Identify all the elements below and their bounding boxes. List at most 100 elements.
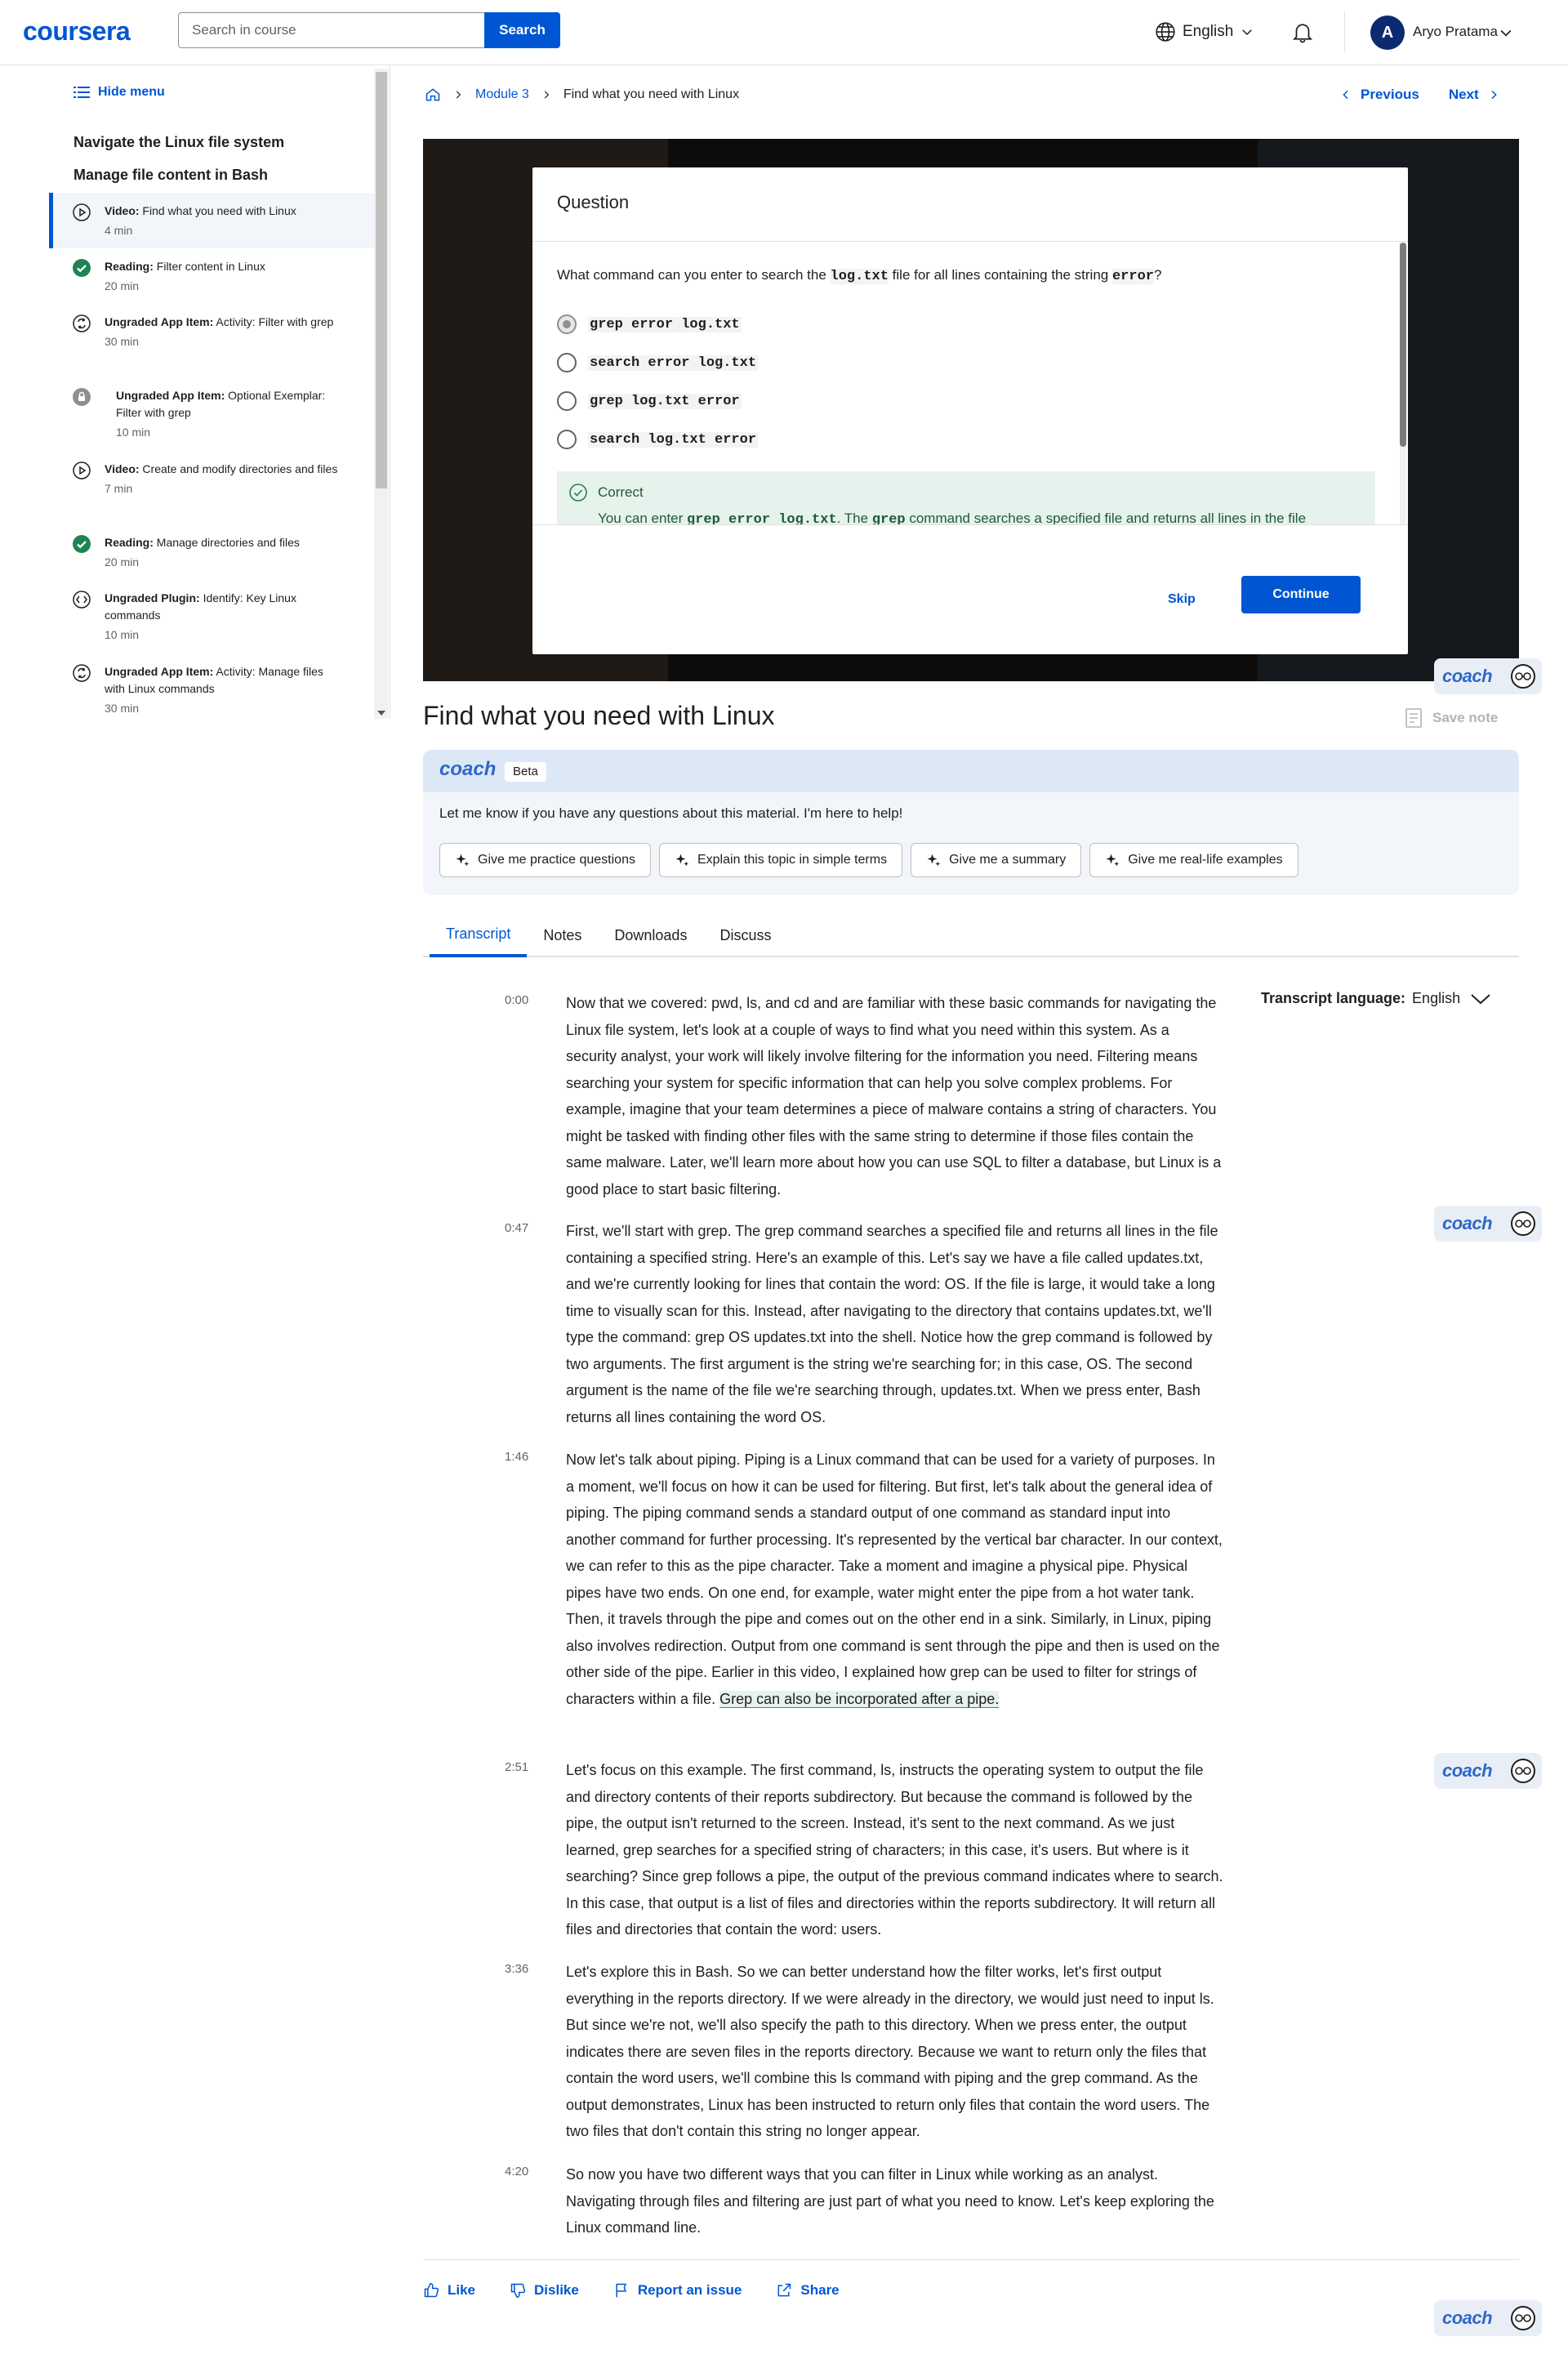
sidebar-item-activity-manage[interactable]: Ungraded App Item: Activity: Manage file… [49,653,376,719]
coach-glasses-icon [1511,2306,1535,2330]
transcript-paragraph[interactable]: 2:51 Let's focus on this example. The fi… [505,1757,1223,1943]
coach-glasses-icon [1511,664,1535,689]
actions-divider [423,2259,1519,2260]
timestamp[interactable]: 0:00 [505,993,528,1007]
item-duration: 10 min [116,426,151,439]
timestamp[interactable]: 0:47 [505,1221,528,1235]
chip-label: Give me a summary [949,853,1067,867]
chip-summary[interactable]: Give me a summary [911,843,1082,877]
coach-wordmark: coach [1442,666,1493,686]
chevron-down-icon[interactable] [1498,25,1514,41]
transcript-paragraph[interactable]: 0:00 Now that we covered: pwd, ls, and c… [505,990,1223,1202]
save-note-button[interactable]: Save note [1405,707,1498,729]
item-duration: 7 min [105,482,133,495]
timestamp[interactable]: 1:46 [505,1450,528,1464]
answer-option-3[interactable]: grep log.txt error [557,391,742,411]
skip-button[interactable]: Skip [1168,592,1196,607]
chip-explain-topic[interactable]: Explain this topic in simple terms [658,843,903,877]
sidebar-item-plugin-identify[interactable]: Ungraded Plugin: Identify: Key Linux com… [49,580,376,653]
timestamp[interactable]: 2:51 [505,1760,528,1774]
language-label: English [1183,23,1234,40]
sparkle-icon [456,854,470,867]
timestamp[interactable]: 3:36 [505,1962,528,1976]
transcript-text[interactable]: Let's focus on this example. The first c… [566,1757,1223,1943]
content-tabs: Transcript Notes Downloads Discuss [423,913,1519,957]
highlighted-text[interactable]: Grep can also be incorporated after a pi… [719,1690,1000,1708]
answer-option-1[interactable]: grep error log.txt [557,314,742,334]
share-button[interactable]: Share [776,2282,840,2299]
play-circle-icon [73,462,91,479]
next-button[interactable]: Next [1449,87,1500,103]
hide-menu-button[interactable]: Hide menu [74,85,165,100]
scrollbar-thumb[interactable] [376,72,387,488]
sidebar-item-video-find[interactable]: Video: Find what you need with Linux 4 mi… [49,193,376,248]
transcript-paragraph[interactable]: 1:46 Now let's talk about piping. Piping… [505,1447,1223,1712]
sidebar-section-manage[interactable]: Manage file content in Bash [74,167,268,184]
report-issue-button[interactable]: Report an issue [613,2282,742,2299]
sidebar-item-activity-grep[interactable]: Ungraded App Item: Activity: Filter with… [49,304,376,377]
tab-downloads[interactable]: Downloads [598,913,703,957]
timestamp[interactable]: 4:20 [505,2165,528,2178]
breadcrumb-current: Find what you need with Linux [563,87,740,101]
sparkle-icon [1106,854,1120,867]
modal-footer-divider [532,524,1408,525]
chip-practice-questions[interactable]: Give me practice questions [439,843,651,877]
option-label: grep error log.txt [588,316,742,332]
bell-icon[interactable] [1290,20,1315,44]
transcript-paragraph[interactable]: 4:20 So now you have two different ways … [505,2161,1223,2241]
dislike-button[interactable]: Dislike [510,2282,579,2299]
avatar[interactable]: A [1370,16,1405,50]
lock-icon [73,388,91,406]
previous-button[interactable]: Previous [1339,87,1419,103]
like-button[interactable]: Like [423,2282,475,2299]
transcript-paragraph[interactable]: 0:47 First, we'll start with grep. The g… [505,1218,1223,1430]
tab-discuss[interactable]: Discuss [703,913,787,957]
app-item-icon [73,314,91,332]
answer-feedback-panel: Correct You can enter grep error log.txt… [557,471,1375,524]
chip-real-life-examples[interactable]: Give me real-life examples [1089,843,1298,877]
scroll-down-arrow[interactable] [377,711,385,716]
sidebar-item-exemplar-grep[interactable]: Ungraded App Item: Optional Exemplar: Fi… [49,377,376,451]
app-item-icon [73,664,91,682]
continue-button[interactable]: Continue [1241,576,1361,613]
home-icon[interactable] [425,87,441,103]
header-divider [1344,11,1345,52]
answer-option-4[interactable]: search log.txt error [557,430,759,449]
question-part: What command can you enter to search the [557,267,831,283]
search-input[interactable] [178,12,484,48]
radio[interactable] [557,391,577,411]
sidebar-item-reading-filter[interactable]: Reading: Filter content in Linux 20 min [49,248,376,304]
transcript-text[interactable]: Now that we covered: pwd, ls, and cd and… [566,990,1223,1202]
transcript-text[interactable]: Now let's talk about piping. Piping is a… [566,1447,1223,1712]
radio-selected[interactable] [557,314,577,334]
top-header: coursera Search English A Aryo Pratama [0,0,1568,65]
coursera-logo[interactable]: coursera [23,16,131,47]
transcript-text[interactable]: So now you have two different ways that … [566,2161,1223,2241]
tab-notes[interactable]: Notes [527,913,598,957]
coach-button[interactable]: coach [1434,1206,1542,1242]
sidebar-section-navigate[interactable]: Navigate the Linux file system [74,134,284,151]
sidebar-scrollbar[interactable] [374,69,389,719]
search-button[interactable]: Search [484,12,560,48]
transcript-text[interactable]: First, we'll start with grep. The grep c… [566,1218,1223,1430]
radio[interactable] [557,353,577,372]
breadcrumb-module[interactable]: Module 3 [475,87,529,102]
transcript-language-selector[interactable]: Transcript language: English [1261,990,1491,1007]
item-duration: 4 min [105,224,133,237]
sidebar-item-reading-manage[interactable]: Reading: Manage directories and files 20 … [49,524,376,580]
play-circle-icon [73,203,91,221]
transcript-paragraph[interactable]: 3:36 Let's explore this in Bash. So we c… [505,1959,1223,2145]
coach-button[interactable]: coach [1434,658,1542,694]
radio[interactable] [557,430,577,449]
user-name[interactable]: Aryo Pratama [1413,24,1498,40]
modal-scrollbar[interactable] [1400,243,1406,524]
answer-option-2[interactable]: search error log.txt [557,353,759,372]
language-selector[interactable]: English [1155,21,1254,42]
modal-scrollbar-thumb[interactable] [1400,243,1406,447]
tab-transcript[interactable]: Transcript [430,913,528,957]
note-icon [1405,708,1422,728]
sidebar-item-video-create[interactable]: Video: Create and modify directories and… [49,451,376,524]
transcript-text[interactable]: Let's explore this in Bash. So we can be… [566,1959,1223,2145]
coach-button[interactable]: coach [1434,2300,1542,2336]
coach-button[interactable]: coach [1434,1753,1542,1789]
